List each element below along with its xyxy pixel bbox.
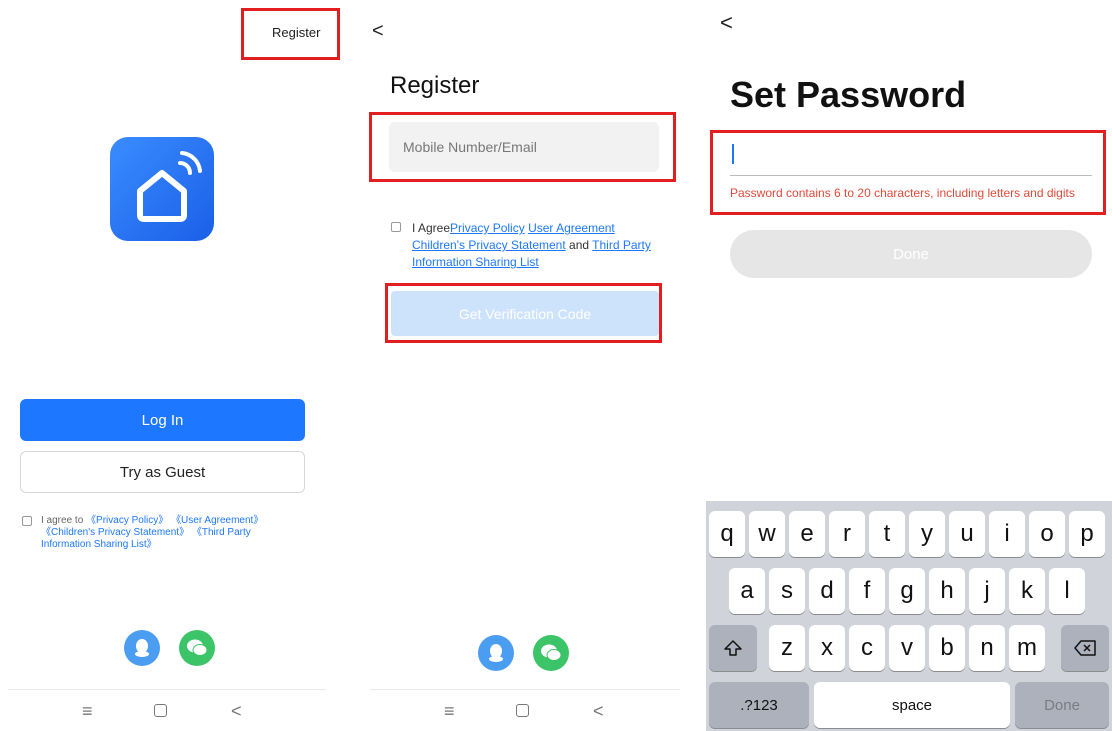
wechat-icon[interactable] bbox=[179, 630, 215, 666]
key-s[interactable]: s bbox=[769, 568, 805, 614]
key-e[interactable]: e bbox=[789, 511, 825, 557]
privacy-policy-link[interactable]: 《Privacy Policy》 bbox=[86, 515, 168, 526]
menu-icon[interactable]: ≡ bbox=[444, 702, 455, 720]
text-cursor bbox=[732, 144, 734, 164]
key-z[interactable]: z bbox=[769, 625, 805, 671]
wechat-icon[interactable] bbox=[533, 635, 569, 671]
set-password-screen: < Set Password Password contains 6 to 20… bbox=[706, 0, 1112, 731]
key-b[interactable]: b bbox=[929, 625, 965, 671]
password-input[interactable] bbox=[730, 136, 1092, 176]
back-button[interactable]: < bbox=[372, 20, 384, 43]
key-j[interactable]: j bbox=[969, 568, 1005, 614]
home-icon[interactable] bbox=[154, 704, 167, 717]
agreement-checkbox[interactable] bbox=[391, 222, 401, 232]
key-q[interactable]: q bbox=[709, 511, 745, 557]
backspace-key[interactable] bbox=[1061, 625, 1109, 671]
key-g[interactable]: g bbox=[889, 568, 925, 614]
key-x[interactable]: x bbox=[809, 625, 845, 671]
key-o[interactable]: o bbox=[1029, 511, 1065, 557]
key-f[interactable]: f bbox=[849, 568, 885, 614]
get-verification-code-label: Get Verification Code bbox=[458, 305, 592, 322]
key-l[interactable]: l bbox=[1049, 568, 1085, 614]
key-k[interactable]: k bbox=[1009, 568, 1045, 614]
keyboard-done-key[interactable]: Done bbox=[1015, 682, 1109, 728]
key-c[interactable]: c bbox=[849, 625, 885, 671]
agreement-checkbox[interactable] bbox=[22, 516, 32, 526]
key-v[interactable]: v bbox=[889, 625, 925, 671]
login-screen: Register Log In Try as Guest I agree to … bbox=[0, 0, 340, 731]
key-u[interactable]: u bbox=[949, 511, 985, 557]
agreement-text: I agree to 《Privacy Policy》 《User Agreem… bbox=[41, 515, 281, 551]
key-h[interactable]: h bbox=[929, 568, 965, 614]
key-d[interactable]: d bbox=[809, 568, 845, 614]
key-p[interactable]: p bbox=[1069, 511, 1105, 557]
key-i[interactable]: i bbox=[989, 511, 1025, 557]
get-verification-code-button[interactable]: Get Verification Code bbox=[391, 291, 659, 336]
shift-key[interactable] bbox=[709, 625, 757, 671]
page-title: Register bbox=[390, 72, 480, 99]
smart-home-icon bbox=[110, 137, 214, 241]
android-nav-bar: ≡ < bbox=[8, 689, 326, 731]
register-link[interactable]: Register bbox=[272, 25, 320, 40]
qq-icon[interactable] bbox=[124, 630, 160, 666]
back-icon[interactable]: < bbox=[231, 702, 242, 720]
key-n[interactable]: n bbox=[969, 625, 1005, 671]
home-icon[interactable] bbox=[516, 704, 529, 717]
android-nav-bar: ≡ < bbox=[370, 689, 680, 731]
key-w[interactable]: w bbox=[749, 511, 785, 557]
agreement-prefix: I Agree bbox=[412, 221, 451, 235]
children-privacy-link[interactable]: Children's Privacy Statement bbox=[412, 238, 566, 252]
agreement-and: and bbox=[565, 238, 593, 252]
key-r[interactable]: r bbox=[829, 511, 865, 557]
agreement-text: I AgreePrivacy Policy User Agreement Chi… bbox=[412, 220, 660, 271]
password-hint: Password contains 6 to 20 characters, in… bbox=[730, 186, 1075, 200]
login-button[interactable]: Log In bbox=[20, 399, 305, 441]
user-agreement-link[interactable]: User Agreement bbox=[528, 221, 615, 235]
mobile-email-placeholder: Mobile Number/Email bbox=[403, 139, 537, 155]
key-y[interactable]: y bbox=[909, 511, 945, 557]
guest-button[interactable]: Try as Guest bbox=[20, 451, 305, 493]
ios-keyboard: q w e r t y u i o p a s d f g h j k l z … bbox=[706, 501, 1112, 731]
children-privacy-link[interactable]: 《Children's Privacy Statement》 bbox=[41, 527, 189, 538]
qq-icon[interactable] bbox=[478, 635, 514, 671]
key-t[interactable]: t bbox=[869, 511, 905, 557]
mobile-email-input[interactable]: Mobile Number/Email bbox=[389, 122, 659, 172]
menu-icon[interactable]: ≡ bbox=[82, 702, 93, 720]
privacy-policy-link[interactable]: Privacy Policy bbox=[450, 221, 525, 235]
agreement-prefix: I agree to bbox=[41, 515, 87, 526]
page-title: Set Password bbox=[730, 74, 967, 115]
key-m[interactable]: m bbox=[1009, 625, 1045, 671]
key-a[interactable]: a bbox=[729, 568, 765, 614]
register-screen: < Register Mobile Number/Email I AgreePr… bbox=[360, 0, 680, 731]
back-button[interactable]: < bbox=[720, 10, 733, 36]
space-key[interactable]: space bbox=[814, 682, 1010, 728]
numbers-key[interactable]: .?123 bbox=[709, 682, 809, 728]
user-agreement-link[interactable]: 《User Agreement》 bbox=[171, 515, 263, 526]
done-button-label: Done bbox=[893, 245, 929, 263]
done-button[interactable]: Done bbox=[730, 230, 1092, 278]
back-icon[interactable]: < bbox=[593, 702, 604, 720]
guest-button-label: Try as Guest bbox=[119, 463, 206, 481]
login-button-label: Log In bbox=[141, 411, 184, 429]
